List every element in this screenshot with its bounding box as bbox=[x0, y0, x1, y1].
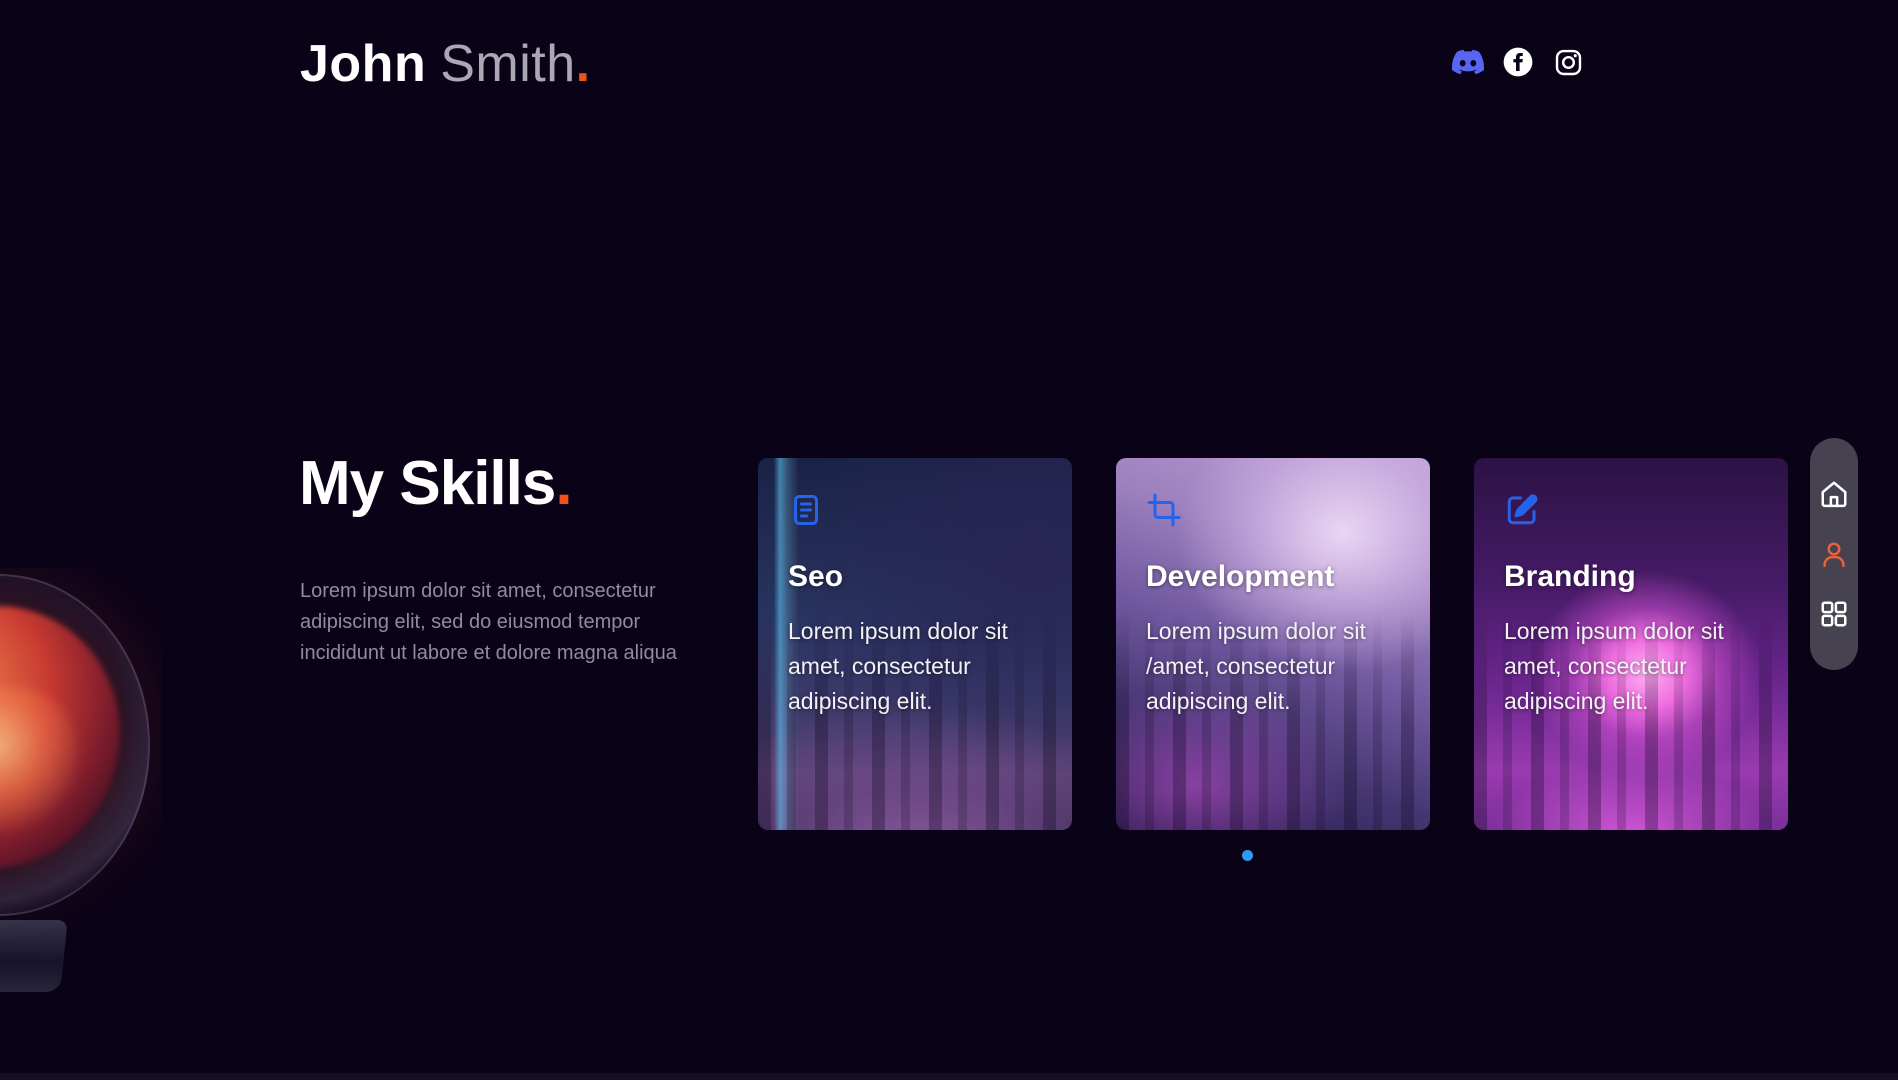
nav-home-button[interactable] bbox=[1818, 478, 1850, 510]
card-text: Lorem ipsum dolor sit /amet, consectetur… bbox=[1146, 614, 1400, 719]
skill-card-development[interactable]: Development Lorem ipsum dolor sit /amet,… bbox=[1116, 458, 1430, 830]
carousel-dot-active[interactable] bbox=[1242, 850, 1253, 861]
card-title: Development bbox=[1146, 560, 1400, 594]
bulb-brain-highlight bbox=[0, 688, 78, 833]
card-title: Branding bbox=[1504, 560, 1758, 594]
logo-last-name: Smith bbox=[440, 35, 575, 93]
edit-icon bbox=[1504, 492, 1540, 528]
skill-card-seo[interactable]: Seo Lorem ipsum dolor sit amet, consecte… bbox=[758, 458, 1072, 830]
section-description: Lorem ipsum dolor sit amet, consectetur … bbox=[300, 576, 726, 669]
logo-first-name: John bbox=[300, 35, 426, 93]
site-logo[interactable]: JohnSmith. bbox=[300, 34, 591, 94]
social-links bbox=[1452, 46, 1584, 78]
card-text: Lorem ipsum dolor sit amet, consectetur … bbox=[1504, 614, 1758, 719]
section-title-text: My Skills bbox=[299, 449, 555, 518]
card-title: Seo bbox=[788, 560, 1042, 594]
skill-card-branding[interactable]: Branding Lorem ipsum dolor sit amet, con… bbox=[1474, 458, 1788, 830]
instagram-icon[interactable] bbox=[1552, 46, 1584, 78]
lightbulb-brain-image bbox=[0, 568, 162, 1013]
footer-strip bbox=[0, 1073, 1898, 1080]
facebook-icon[interactable] bbox=[1502, 46, 1534, 78]
nav-grid-button[interactable] bbox=[1818, 598, 1850, 630]
portfolio-page: JohnSmith. My Skills. Lorem ipsum dolor … bbox=[0, 0, 1898, 1080]
card-text: Lorem ipsum dolor sit amet, consectetur … bbox=[788, 614, 1042, 719]
file-text-icon bbox=[788, 492, 824, 528]
section-title-dot: . bbox=[555, 449, 571, 518]
logo-accent-dot: . bbox=[576, 35, 591, 93]
section-title: My Skills. bbox=[299, 448, 572, 519]
bulb-glass bbox=[0, 574, 150, 916]
nav-user-button[interactable] bbox=[1818, 538, 1850, 570]
bulb-neck bbox=[0, 920, 68, 992]
side-nav bbox=[1810, 438, 1858, 670]
bulb-brain bbox=[0, 606, 120, 868]
crop-icon bbox=[1146, 492, 1182, 528]
discord-icon[interactable] bbox=[1452, 46, 1484, 78]
carousel-indicators bbox=[1242, 850, 1253, 861]
skills-carousel: Seo Lorem ipsum dolor sit amet, consecte… bbox=[758, 458, 1788, 830]
